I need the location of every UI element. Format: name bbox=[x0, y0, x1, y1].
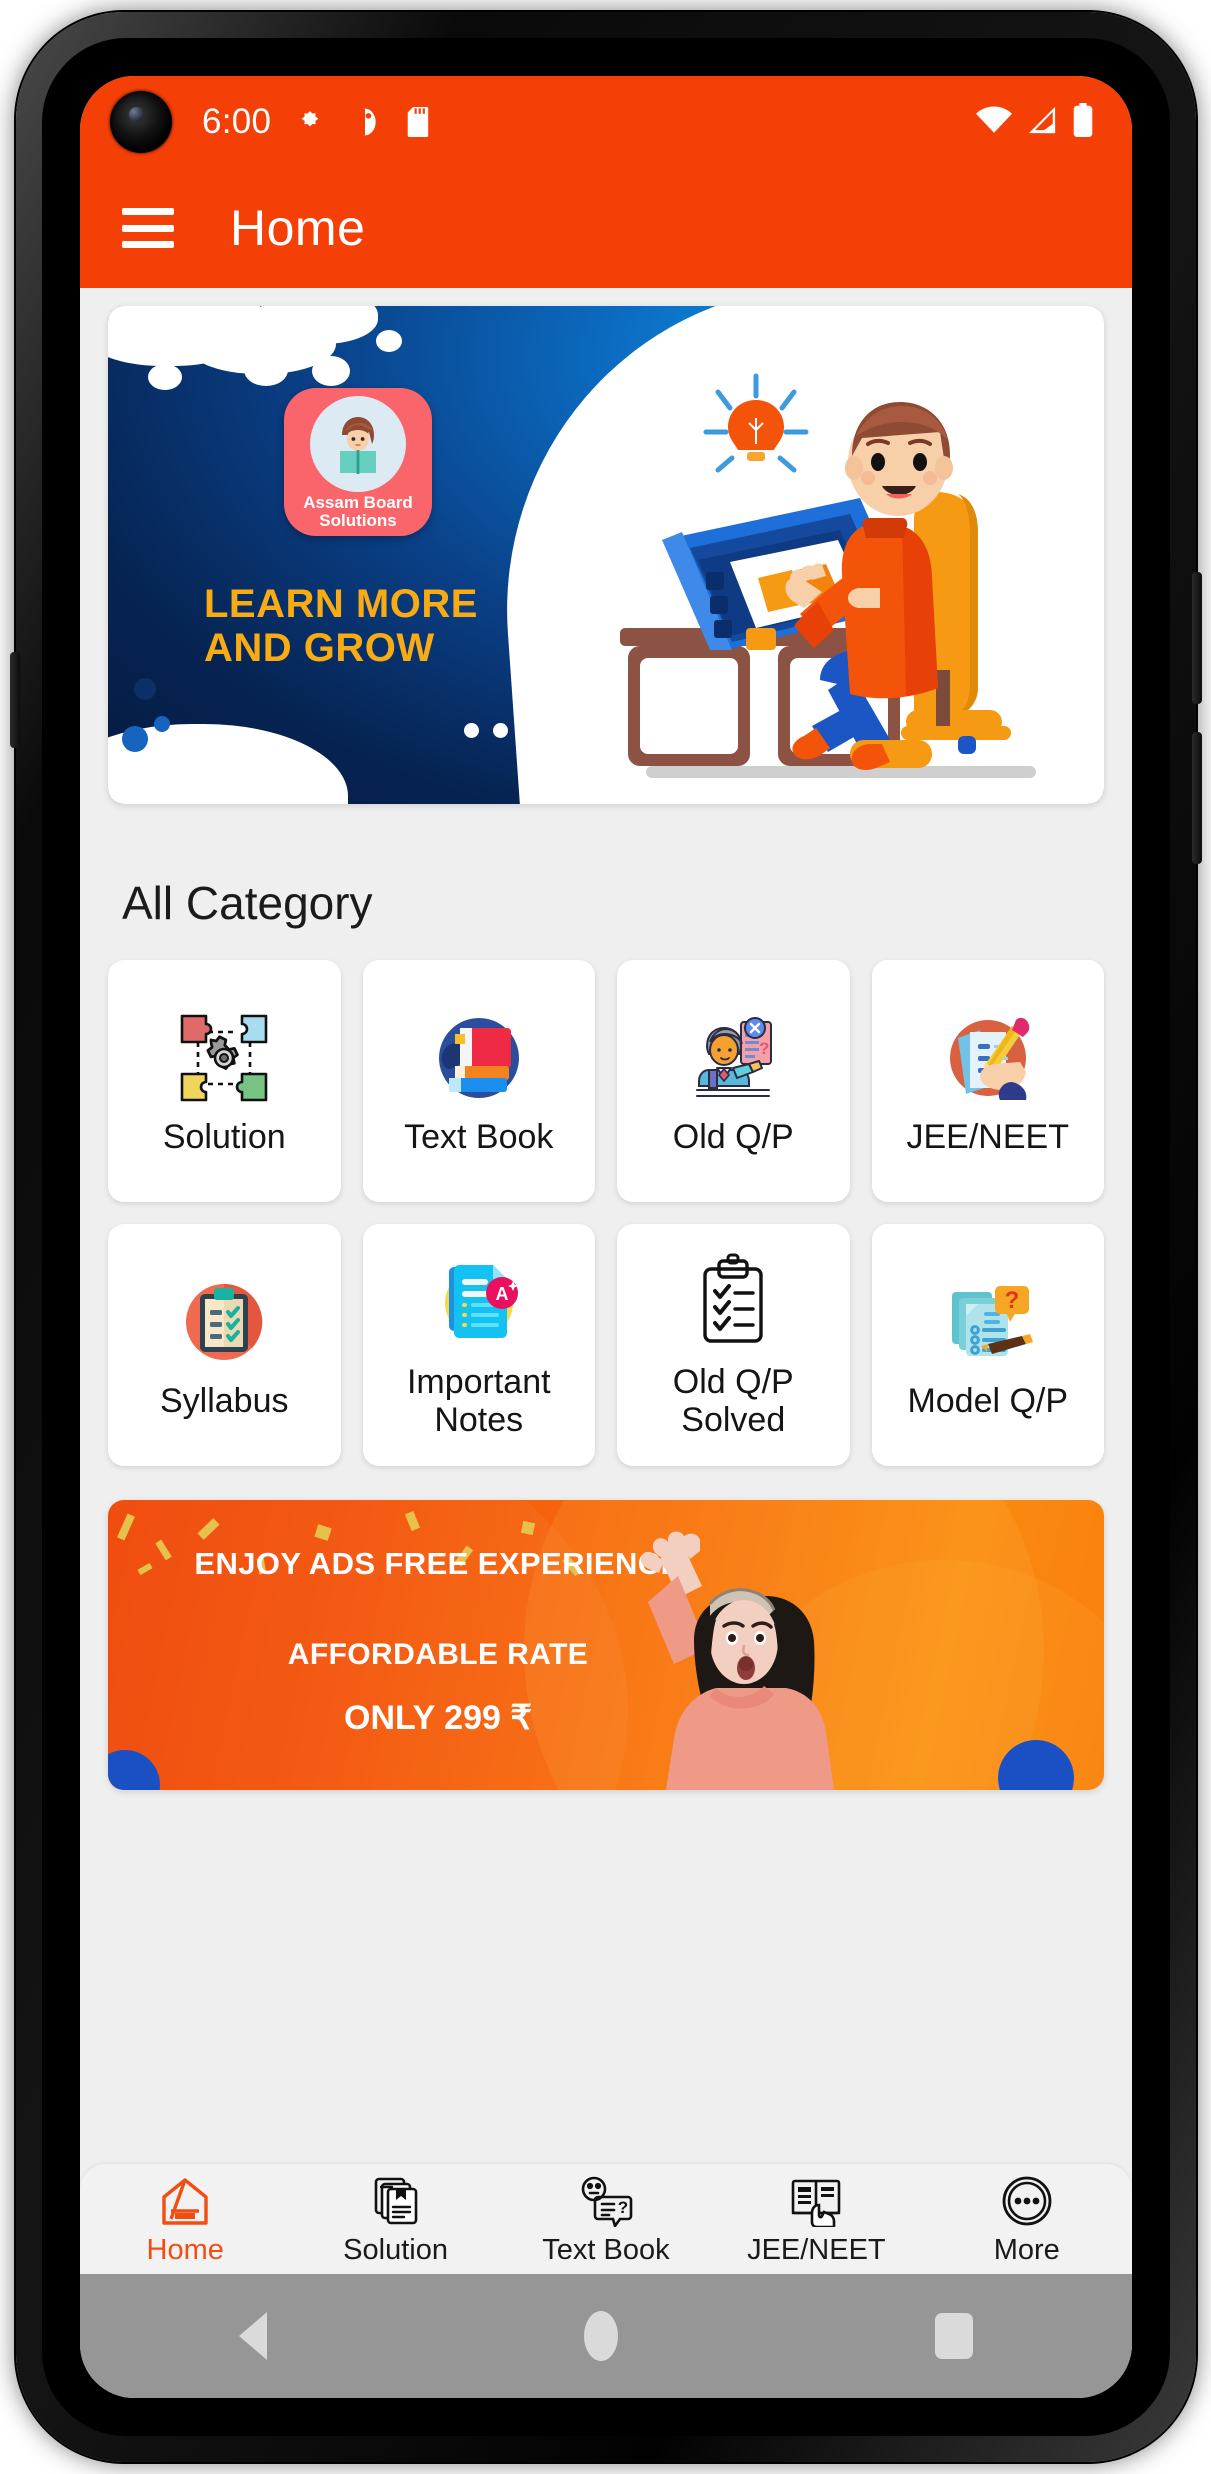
hand-writing-exam-icon bbox=[938, 1006, 1038, 1110]
more-dots-circle-icon bbox=[1001, 2172, 1053, 2230]
category-card-important-notes[interactable]: A Important Notes bbox=[362, 1224, 595, 1466]
category-label: Text Book bbox=[404, 1118, 554, 1156]
scrollable-content[interactable]: Assam Board Solutions LEARN MORE AND GRO… bbox=[80, 288, 1132, 2164]
nav-item-more[interactable]: More bbox=[922, 2172, 1132, 2267]
puzzle-gear-icon bbox=[174, 1006, 274, 1110]
front-camera-punch-hole bbox=[110, 91, 172, 153]
section-title-all-category: All Category bbox=[122, 877, 373, 929]
status-bar: 6:00 bbox=[80, 76, 1132, 168]
confetti bbox=[520, 1520, 536, 1536]
page-title: Home bbox=[230, 200, 366, 256]
decorative-blob bbox=[258, 762, 302, 798]
student-at-desk-illustration bbox=[606, 370, 1076, 790]
decorative-blob bbox=[122, 726, 148, 752]
android-system-nav-bar bbox=[80, 2274, 1132, 2398]
teacher-question-paper-icon: ? bbox=[683, 1006, 783, 1110]
volume-up-button[interactable] bbox=[1192, 572, 1202, 704]
decorative-blob bbox=[154, 716, 170, 732]
girl-reading-book-icon bbox=[310, 396, 406, 492]
contrast-circle-icon bbox=[349, 106, 381, 138]
nav-item-home[interactable]: Home bbox=[80, 2172, 290, 2267]
bottom-navigation-bar: Home Solution ? Text Book JEE/NEET More bbox=[80, 2164, 1132, 2274]
hamburger-menu-icon[interactable] bbox=[122, 208, 174, 248]
back-triangle-icon[interactable] bbox=[238, 2312, 267, 2360]
phone-device-frame: 6:00 Home Assam Board Solutions LEARN MO… bbox=[10, 12, 1202, 2462]
category-card-syllabus[interactable]: Syllabus bbox=[108, 1224, 341, 1466]
category-label: Important Notes bbox=[406, 1363, 551, 1439]
category-label: Old Q/P bbox=[672, 1118, 794, 1156]
app-logo-text: Assam Board Solutions bbox=[303, 493, 413, 530]
decorative-blob bbox=[244, 354, 288, 386]
category-label: Model Q/P bbox=[907, 1382, 1069, 1420]
category-card-old-qp[interactable]: ? Old Q/P bbox=[617, 960, 850, 1202]
phone-screen: 6:00 Home Assam Board Solutions LEARN MO… bbox=[80, 76, 1132, 2398]
clipboard-outline-checks-icon bbox=[683, 1251, 783, 1355]
open-book-hand-icon bbox=[789, 2172, 843, 2230]
ads-free-promo-banner[interactable]: ENJOY ADS FREE EXPERIENCE AFFORDABLE RAT… bbox=[108, 1500, 1104, 1790]
svg-text:?: ? bbox=[1004, 1287, 1019, 1314]
carousel-dot[interactable] bbox=[522, 723, 537, 738]
category-card-jee-neet[interactable]: JEE/NEET bbox=[871, 960, 1104, 1202]
wifi-icon bbox=[976, 106, 1012, 139]
decorative-blob bbox=[148, 364, 182, 390]
category-card-solution[interactable]: Solution bbox=[108, 960, 341, 1202]
decorative-blob bbox=[168, 752, 194, 774]
documents-question-mark-icon: ? bbox=[938, 1270, 1038, 1374]
documents-stack-icon bbox=[370, 2172, 422, 2230]
home-outline-icon bbox=[158, 2172, 212, 2230]
decorative-blob bbox=[376, 330, 402, 352]
decorative-blob bbox=[312, 356, 350, 386]
category-label: Solution bbox=[162, 1118, 286, 1156]
promo-carousel-banner[interactable]: Assam Board Solutions LEARN MORE AND GRO… bbox=[108, 306, 1104, 804]
nav-item-solution[interactable]: Solution bbox=[290, 2172, 500, 2267]
cellular-signal-icon bbox=[1026, 106, 1058, 139]
decorative-blob bbox=[134, 678, 156, 700]
carousel-pager-dots[interactable] bbox=[464, 723, 537, 738]
excited-woman-photo bbox=[626, 1530, 926, 1790]
carousel-dot-active[interactable] bbox=[493, 723, 508, 738]
puzzle-notification-icon bbox=[297, 109, 323, 135]
svg-text:?: ? bbox=[618, 2198, 628, 2217]
stacked-books-icon bbox=[429, 1006, 529, 1110]
category-card-old-qp-solved[interactable]: Old Q/P Solved bbox=[617, 1224, 850, 1466]
nav-label: Text Book bbox=[542, 2233, 670, 2266]
power-button[interactable] bbox=[10, 652, 20, 748]
nav-item-text-book[interactable]: ? Text Book bbox=[501, 2172, 711, 2267]
category-card-model-qp[interactable]: ? Model Q/P bbox=[871, 1224, 1104, 1466]
status-bar-clock: 6:00 bbox=[202, 102, 272, 141]
category-card-text-book[interactable]: Text Book bbox=[362, 960, 595, 1202]
svg-text:?: ? bbox=[759, 1039, 769, 1058]
battery-icon bbox=[1072, 102, 1094, 142]
carousel-dot[interactable] bbox=[464, 723, 479, 738]
sd-card-icon bbox=[407, 107, 433, 137]
home-pill-icon[interactable] bbox=[583, 2311, 618, 2361]
nav-label: More bbox=[993, 2233, 1060, 2266]
volume-down-button[interactable] bbox=[1192, 732, 1202, 864]
status-bar-right-icons bbox=[976, 102, 1094, 142]
nav-label: Home bbox=[146, 2233, 224, 2266]
clipboard-checklist-icon bbox=[174, 1270, 274, 1374]
app-bar: Home bbox=[80, 168, 1132, 288]
nav-label: Solution bbox=[343, 2233, 448, 2266]
nav-item-jee-neet[interactable]: JEE/NEET bbox=[711, 2172, 921, 2267]
category-grid: Solution Text Book ? Old Q/P JEE/NEET Sy… bbox=[108, 960, 1104, 1466]
category-label: Syllabus bbox=[159, 1382, 289, 1420]
app-logo-tile: Assam Board Solutions bbox=[284, 388, 432, 536]
notes-a-plus-icon: A bbox=[429, 1251, 529, 1355]
nav-label: JEE/NEET bbox=[747, 2233, 886, 2266]
face-speech-bubble-icon: ? bbox=[578, 2172, 634, 2230]
recents-square-icon[interactable] bbox=[935, 2313, 974, 2359]
hero-headline: LEARN MORE AND GROW bbox=[204, 582, 478, 670]
category-label: Old Q/P Solved bbox=[672, 1363, 794, 1439]
svg-text:A: A bbox=[495, 1284, 508, 1304]
category-label: JEE/NEET bbox=[906, 1118, 1069, 1156]
